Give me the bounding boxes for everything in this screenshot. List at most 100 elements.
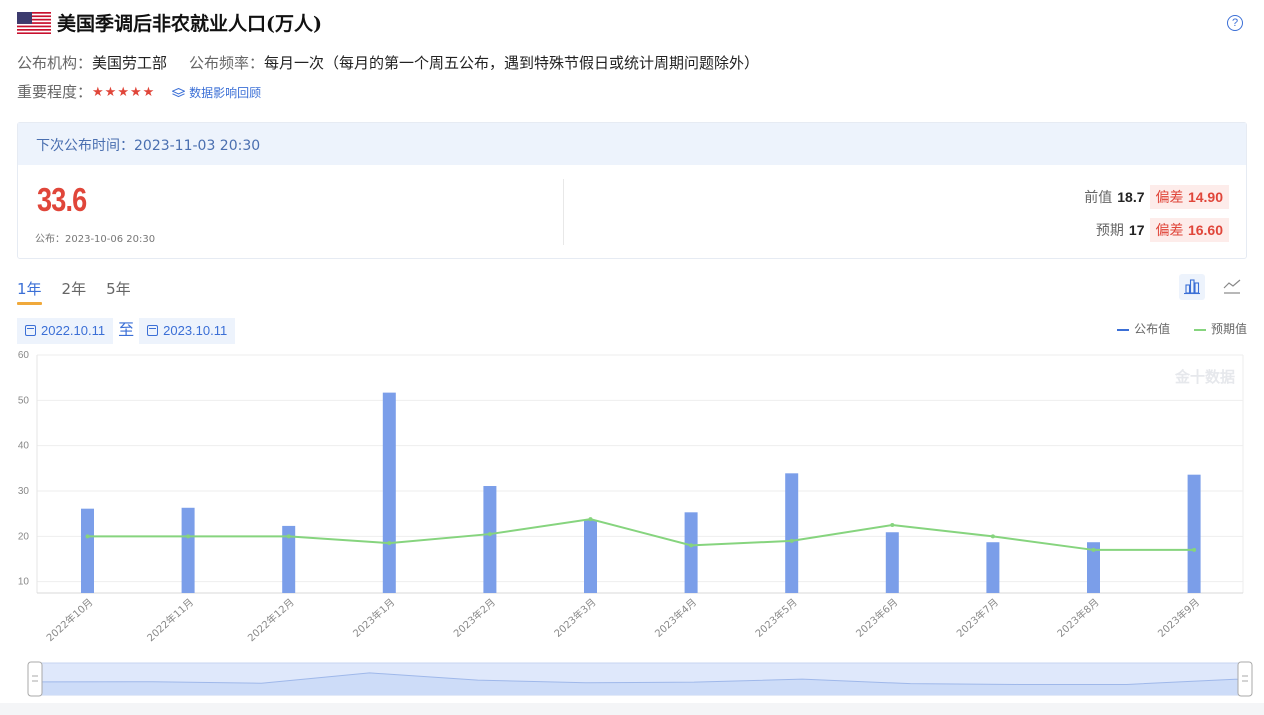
- bar: [986, 542, 1000, 593]
- line-chart-icon: [1223, 279, 1241, 294]
- meta-line-publisher: 公布机构：美国劳工部 公布频率：每月一次（每月的第一个周五公布，遇到特殊节假日或统…: [17, 52, 759, 73]
- forecast-point: [789, 538, 794, 543]
- next-release-label: 下次公布时间：: [36, 138, 134, 154]
- x-tick-label: 2023年5月: [753, 596, 800, 640]
- bottom-bar: [0, 703, 1264, 715]
- next-release-time: 2023-11-03 20:30: [134, 138, 261, 154]
- x-tick-label: 2023年4月: [652, 596, 699, 640]
- range-tabs: 1年 2年 5年: [17, 278, 151, 305]
- frequency-label: 公布频率：: [189, 54, 265, 72]
- y-tick-label: 50: [18, 395, 30, 406]
- bar: [382, 392, 396, 593]
- to-label: 至: [118, 320, 135, 339]
- y-tick-label: 30: [18, 486, 30, 497]
- x-tick-label: 2023年6月: [853, 596, 900, 640]
- tab-2-years[interactable]: 2年: [62, 278, 87, 305]
- start-date: 2022.10.11: [41, 323, 106, 338]
- bar: [885, 532, 899, 593]
- x-tick-label: 2023年2月: [451, 596, 498, 640]
- importance-stars: ★★★★★: [92, 85, 156, 100]
- bar: [1187, 474, 1201, 593]
- forecast-point: [1091, 547, 1096, 552]
- previous-label: 前值: [1084, 190, 1113, 206]
- date-range: 2022.10.11 至 2023.10.11: [17, 316, 236, 344]
- legend-actual-label: 公布值: [1134, 322, 1171, 336]
- forecast-value: 17: [1128, 222, 1145, 238]
- meta-line-importance: 重要程度：★★★★★ 数据影响回顾: [17, 81, 261, 102]
- x-tick-label: 2023年1月: [350, 596, 397, 640]
- x-tick-label: 2023年7月: [954, 596, 1001, 640]
- bar: [684, 512, 698, 593]
- x-tick-label: 2022年12月: [245, 596, 297, 645]
- forecast-point: [186, 534, 191, 539]
- bar: [584, 520, 597, 593]
- calendar-icon: [147, 325, 159, 336]
- card-divider: [563, 179, 564, 245]
- publisher-label: 公布机构：: [17, 54, 93, 72]
- us-flag-icon: [17, 12, 51, 34]
- navigator-left-handle[interactable]: [27, 661, 43, 697]
- bar: [181, 507, 195, 593]
- deviation-forecast-badge: 偏差 16.60: [1149, 218, 1229, 242]
- deviation-previous-badge: 偏差 14.90: [1149, 185, 1229, 209]
- y-tick-label: 20: [18, 531, 30, 542]
- deviation-forecast-value: 16.60: [1187, 222, 1223, 238]
- x-tick-label: 2022年11月: [144, 596, 196, 645]
- forecast-line: [87, 518, 1195, 551]
- data-response-link[interactable]: 数据影响回顾: [172, 86, 261, 100]
- deviation-previous-label: 偏差: [1155, 190, 1184, 206]
- chart-view-toggle: [1179, 274, 1247, 300]
- x-tick-label: 2023年3月: [551, 596, 598, 640]
- tab-5-years[interactable]: 5年: [106, 278, 131, 305]
- release-card: 下次公布时间：2023-11-03 20:30 33.6 公布：2023-10-…: [17, 122, 1247, 259]
- handle-grip: [1237, 661, 1253, 697]
- main-chart: 金十数据 10 20 30 40 50 60 2022年10月 2022年11月 2022年12月…: [18, 350, 1244, 645]
- published-label: 公布：: [35, 234, 65, 245]
- forecast-point: [286, 534, 291, 539]
- x-tick-label: 2022年10月: [44, 596, 96, 645]
- navigator-right-handle[interactable]: [1237, 661, 1253, 697]
- header: 美国季调后非农就业人口(万人) ?: [17, 8, 1247, 38]
- importance-label: 重要程度：: [17, 83, 93, 101]
- published-time-value: 2023-10-06 20:30: [65, 234, 156, 245]
- forecast-label: 预期: [1095, 223, 1124, 239]
- bar: [81, 508, 94, 593]
- bar: [785, 473, 799, 593]
- forecast-point: [85, 534, 90, 539]
- forecast-row: 预期 17 偏差 16.60: [1096, 218, 1229, 242]
- published-time: 公布：2023-10-06 20:30: [35, 230, 155, 245]
- legend-actual-swatch: [1117, 328, 1130, 331]
- calendar-icon: [25, 325, 36, 336]
- y-tick-label: 60: [18, 350, 30, 361]
- previous-value: 18.7: [1117, 189, 1145, 205]
- line-chart-view-button[interactable]: [1219, 274, 1245, 300]
- chart-legend: 公布值 预期值: [1097, 320, 1247, 337]
- layers-icon: [172, 88, 186, 98]
- forecast-point: [890, 523, 895, 527]
- y-tick-label: 10: [18, 577, 30, 588]
- actual-value: 33.6: [37, 181, 87, 218]
- x-tick-label: 2023年8月: [1054, 596, 1101, 640]
- forecast-point: [588, 517, 593, 522]
- data-response-label: 数据影响回顾: [189, 86, 262, 100]
- legend-actual[interactable]: 公布值: [1117, 320, 1170, 337]
- handle-grip: [27, 661, 43, 697]
- y-tick-label: 40: [18, 441, 30, 452]
- range-navigator[interactable]: [0, 657, 1264, 699]
- tab-1-year[interactable]: 1年: [17, 278, 42, 305]
- forecast-point: [487, 532, 492, 537]
- forecast-point: [689, 543, 694, 548]
- end-date: 2023.10.11: [163, 323, 228, 338]
- deviation-previous-value: 14.90: [1187, 189, 1223, 205]
- next-release-bar: 下次公布时间：2023-11-03 20:30: [18, 123, 1246, 165]
- legend-forecast[interactable]: 预期值: [1193, 320, 1247, 337]
- deviation-forecast-label: 偏差: [1155, 223, 1184, 239]
- help-icon[interactable]: ?: [1227, 15, 1243, 31]
- page-title: 美国季调后非农就业人口(万人): [57, 13, 322, 35]
- forecast-point: [1192, 547, 1197, 552]
- bar-chart-icon: [1184, 279, 1200, 295]
- bar-chart-view-button[interactable]: [1179, 274, 1205, 300]
- publisher-value: 美国劳工部: [92, 54, 168, 72]
- frequency-value: 每月一次（每月的第一个周五公布，遇到特殊节假日或统计周期问题除外）: [264, 54, 760, 72]
- legend-forecast-label: 预期值: [1210, 322, 1247, 336]
